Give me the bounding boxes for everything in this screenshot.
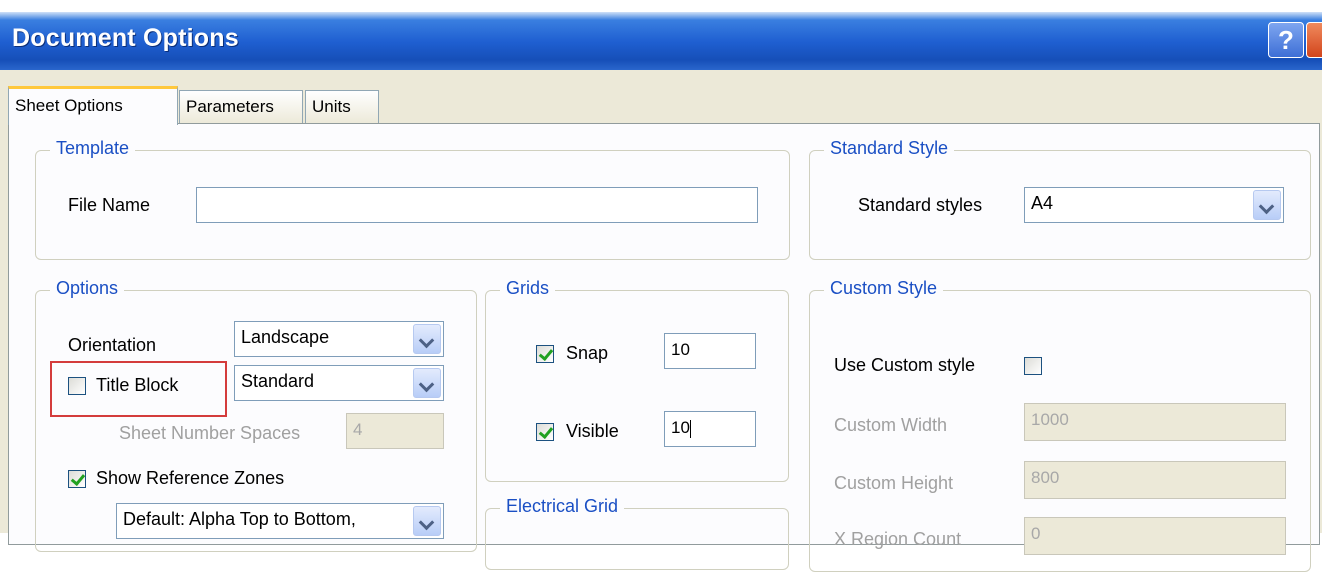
sheet-number-spaces-input[interactable]: 4 [346, 413, 444, 449]
visible-checkbox[interactable] [536, 423, 554, 441]
electrical-grid-group: Electrical Grid [485, 496, 789, 570]
orientation-value: Landscape [241, 327, 330, 347]
chevron-down-icon[interactable] [413, 506, 441, 536]
x-region-count-input[interactable]: 0 [1024, 517, 1286, 555]
custom-style-legend: Custom Style [824, 278, 944, 299]
electrical-grid-legend: Electrical Grid [500, 496, 625, 517]
grids-legend: Grids [500, 278, 556, 299]
file-name-input[interactable] [196, 187, 758, 223]
chevron-down-icon[interactable] [413, 324, 441, 354]
standard-style-group: Standard Style Standard styles A4 [809, 138, 1311, 260]
template-group: Template File Name [35, 138, 790, 260]
title-block-value: Standard [241, 371, 315, 391]
show-reference-zones-label: Show Reference Zones [96, 468, 285, 488]
use-custom-style-label: Use Custom style [834, 355, 976, 375]
reference-zones-value: Default: Alpha Top to Bottom, [123, 509, 356, 529]
help-button[interactable]: ? [1268, 22, 1304, 58]
file-name-label: File Name [68, 195, 151, 215]
tab-units[interactable]: Units [305, 90, 379, 124]
standard-styles-value: A4 [1031, 193, 1054, 213]
chevron-down-icon[interactable] [413, 368, 441, 398]
x-region-count-label: X Region Count [834, 529, 962, 549]
reference-zones-select[interactable]: Default: Alpha Top to Bottom, [116, 503, 444, 539]
chevron-down-icon[interactable] [1253, 190, 1281, 220]
text-cursor [689, 419, 691, 438]
orientation-select[interactable]: Landscape [234, 321, 444, 357]
tab-parameters[interactable]: Parameters [179, 90, 303, 124]
standard-style-legend: Standard Style [824, 138, 955, 159]
custom-width-label: Custom Width [834, 415, 948, 435]
options-legend: Options [50, 278, 125, 299]
template-legend: Template [50, 138, 136, 159]
window-title: Document Options [12, 24, 239, 52]
title-block-checkbox[interactable] [68, 377, 86, 395]
custom-style-group: Custom Style Use Custom style Custom Wid… [809, 278, 1311, 572]
visible-input-value: 10 [671, 418, 690, 437]
standard-styles-select[interactable]: A4 [1024, 187, 1284, 223]
sheet-number-spaces-label: Sheet Number Spaces [119, 423, 301, 443]
sheet-options-panel: Template File Name Standard Style Standa… [8, 123, 1320, 572]
dialog-client: Sheet Options Parameters Units Template … [0, 70, 1322, 572]
tab-sheet-options[interactable]: Sheet Options [8, 86, 178, 125]
visible-input[interactable]: 10 [664, 411, 756, 447]
title-bar: Document Options ? [0, 0, 1322, 70]
orientation-label: Orientation [68, 335, 157, 355]
title-block-select[interactable]: Standard [234, 365, 444, 401]
close-button[interactable] [1306, 22, 1322, 58]
show-reference-zones-checkbox[interactable] [68, 470, 86, 488]
snap-label: Snap [566, 343, 609, 363]
standard-styles-label: Standard styles [858, 195, 983, 215]
custom-height-label: Custom Height [834, 473, 954, 493]
use-custom-style-checkbox[interactable] [1024, 357, 1042, 375]
title-block-label: Title Block [96, 375, 179, 395]
visible-label: Visible [566, 421, 619, 441]
options-group: Options Orientation Landscape Title Bloc… [35, 278, 477, 552]
snap-checkbox[interactable] [536, 345, 554, 363]
custom-width-input[interactable]: 1000 [1024, 403, 1286, 441]
snap-input[interactable]: 10 [664, 333, 756, 369]
grids-group: Grids Snap 10 Visible 10 [485, 278, 789, 482]
custom-height-input[interactable]: 800 [1024, 461, 1286, 499]
